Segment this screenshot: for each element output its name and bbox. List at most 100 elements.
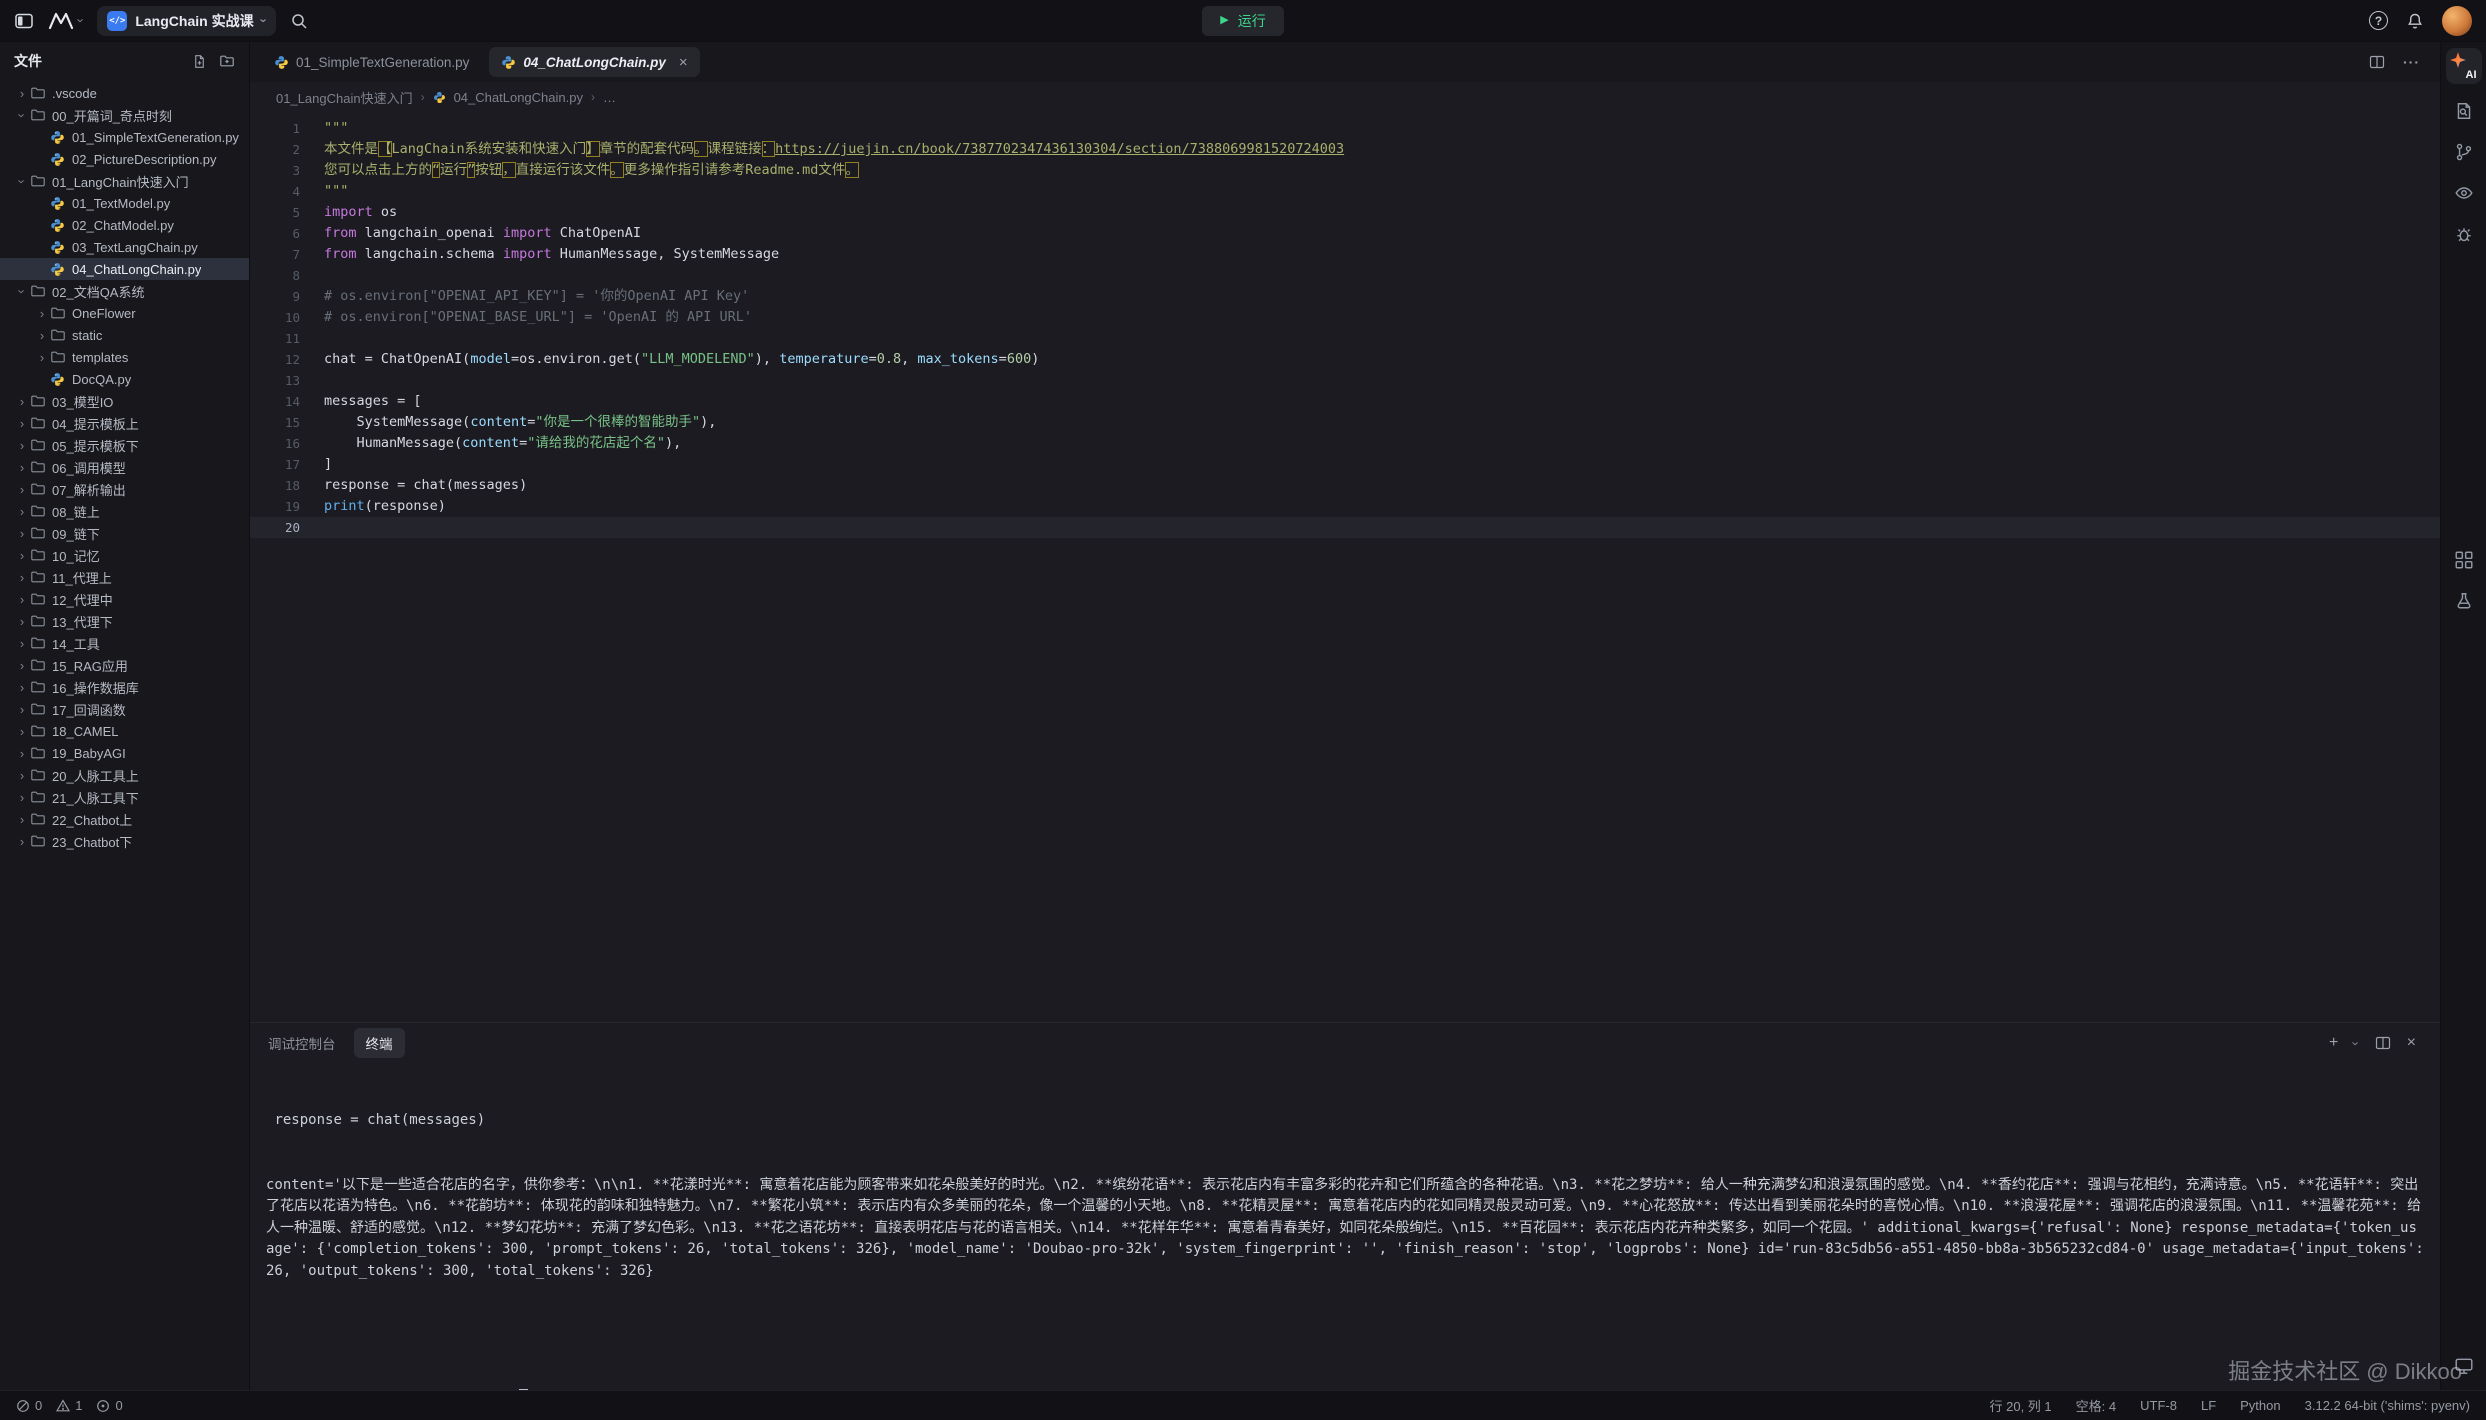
tab-debug-console[interactable]: 调试控制台	[268, 1033, 336, 1053]
new-terminal-icon[interactable]: +	[2329, 1034, 2338, 1052]
close-panel-icon[interactable]: ×	[2407, 1034, 2416, 1052]
marscode-logo[interactable]: ›	[48, 12, 83, 30]
tree-folder-item[interactable]: ›15_RAG应用	[0, 654, 249, 676]
tree-folder-item[interactable]: ›.vscode	[0, 82, 249, 104]
tree-folder-item[interactable]: ›static	[0, 324, 249, 346]
tree-folder-item[interactable]: ›23_Chatbot下	[0, 830, 249, 852]
code-line[interactable]: 12chat = ChatOpenAI(model=os.environ.get…	[250, 349, 2440, 370]
code-line[interactable]: 8	[250, 265, 2440, 286]
code-line[interactable]: 9# os.environ["OPENAI_API_KEY"] = '你的Ope…	[250, 286, 2440, 307]
indentation[interactable]: 空格: 4	[2076, 1396, 2116, 1415]
tree-folder-item[interactable]: ›18_CAMEL	[0, 720, 249, 742]
tree-folder-item[interactable]: ›11_代理上	[0, 566, 249, 588]
code-line[interactable]: 1"""	[250, 118, 2440, 139]
code-line[interactable]: 2本文件是【LangChain系统安装和快速入门】章节的配套代码。课程链接：ht…	[250, 139, 2440, 160]
code-line[interactable]: 6from langchain_openai import ChatOpenAI	[250, 223, 2440, 244]
breadcrumb-file[interactable]: 04_ChatLongChain.py	[454, 90, 583, 105]
tree-file-item[interactable]: 02_ChatModel.py	[0, 214, 249, 236]
code-line[interactable]: 18response = chat(messages)	[250, 475, 2440, 496]
tree-folder-item[interactable]: ›02_文档QA系统	[0, 280, 249, 302]
code-line[interactable]: 19print(response)	[250, 496, 2440, 517]
run-button[interactable]: ▶ 运行	[1202, 6, 1283, 36]
extensions-grid-icon[interactable]	[2449, 546, 2479, 574]
tree-file-item[interactable]: 01_TextModel.py	[0, 192, 249, 214]
help-icon[interactable]: ?	[2369, 11, 2388, 30]
breadcrumb-more[interactable]: …	[603, 90, 616, 105]
new-folder-icon[interactable]	[219, 53, 235, 69]
tree-folder-item[interactable]: ›17_回调函数	[0, 698, 249, 720]
code-line[interactable]: 14messages = [	[250, 391, 2440, 412]
tree-folder-item[interactable]: ›OneFlower	[0, 302, 249, 324]
cursor-position[interactable]: 行 20, 列 1	[1990, 1396, 2052, 1415]
python-interpreter[interactable]: 3.12.2 64-bit ('shims': pyenv)	[2305, 1398, 2470, 1413]
code-line[interactable]: 13	[250, 370, 2440, 391]
code-line[interactable]: 10# os.environ["OPENAI_BASE_URL"] = 'Ope…	[250, 307, 2440, 328]
tree-file-item[interactable]: 01_SimpleTextGeneration.py	[0, 126, 249, 148]
encoding[interactable]: UTF-8	[2140, 1398, 2177, 1413]
problems-errors[interactable]: 0	[16, 1398, 42, 1413]
code-line[interactable]: 7from langchain.schema import HumanMessa…	[250, 244, 2440, 265]
folder-icon	[50, 349, 69, 365]
ports-indicator[interactable]: 0	[96, 1398, 122, 1413]
code-line[interactable]: 11	[250, 328, 2440, 349]
tree-file-item[interactable]: 02_PictureDescription.py	[0, 148, 249, 170]
git-branch-icon[interactable]	[2449, 138, 2479, 166]
tree-folder-item[interactable]: ›14_工具	[0, 632, 249, 654]
terminal[interactable]: response = chat(messages) content='以下是一些…	[250, 1063, 2440, 1390]
breadcrumb-folder[interactable]: 01_LangChain快速入门	[276, 88, 413, 107]
tree-folder-item[interactable]: ›20_人脉工具上	[0, 764, 249, 786]
tree-folder-item[interactable]: ›21_人脉工具下	[0, 786, 249, 808]
tree-file-item[interactable]: DocQA.py	[0, 368, 249, 390]
sidebar-toggle-icon[interactable]	[14, 11, 34, 31]
new-file-icon[interactable]	[192, 54, 207, 69]
tree-folder-item[interactable]: ›05_提示模板下	[0, 434, 249, 456]
file-search-icon[interactable]	[2449, 97, 2479, 125]
tree-folder-item[interactable]: ›10_记忆	[0, 544, 249, 566]
split-editor-icon[interactable]	[2369, 54, 2385, 70]
code-line[interactable]: 16 HumanMessage(content="请给我的花店起个名"),	[250, 433, 2440, 454]
code-line[interactable]: 5import os	[250, 202, 2440, 223]
code-editor[interactable]: 1"""2本文件是【LangChain系统安装和快速入门】章节的配套代码。课程链…	[250, 112, 2440, 1022]
code-line[interactable]: 4"""	[250, 181, 2440, 202]
code-line[interactable]: 3您可以点击上方的“运行”按钮，直接运行该文件。更多操作指引请参考Readme.…	[250, 160, 2440, 181]
tree-folder-item[interactable]: ›08_链上	[0, 500, 249, 522]
tree-folder-item[interactable]: ›13_代理下	[0, 610, 249, 632]
eol-type[interactable]: LF	[2201, 1398, 2216, 1413]
bug-debug-icon[interactable]	[2449, 220, 2479, 248]
search-icon[interactable]	[290, 12, 308, 30]
close-icon[interactable]: ×	[679, 55, 688, 70]
more-actions-icon[interactable]: ···	[2403, 54, 2420, 70]
tree-folder-item[interactable]: ›00_开篇词_奇点时刻	[0, 104, 249, 126]
tab-simpletextgeneration[interactable]: 01_SimpleTextGeneration.py	[260, 42, 483, 82]
tree-folder-item[interactable]: ›12_代理中	[0, 588, 249, 610]
tree-folder-item[interactable]: ›16_操作数据库	[0, 676, 249, 698]
user-avatar[interactable]	[2442, 6, 2472, 36]
eye-icon[interactable]	[2449, 179, 2479, 207]
folder-icon	[30, 437, 49, 453]
ai-assistant-button[interactable]: AI	[2446, 48, 2482, 84]
monitor-icon[interactable]	[2449, 1352, 2479, 1380]
notifications-bell-icon[interactable]	[2406, 12, 2424, 30]
tree-folder-item[interactable]: ›09_链下	[0, 522, 249, 544]
tree-file-item[interactable]: 04_ChatLongChain.py	[0, 258, 249, 280]
tree-folder-item[interactable]: ›22_Chatbot上	[0, 808, 249, 830]
tree-folder-item[interactable]: ›19_BabyAGI	[0, 742, 249, 764]
tree-folder-item[interactable]: ›07_解析输出	[0, 478, 249, 500]
tree-folder-item[interactable]: ›04_提示模板上	[0, 412, 249, 434]
code-line[interactable]: 15 SystemMessage(content="你是一个很棒的智能助手"),	[250, 412, 2440, 433]
problems-warnings[interactable]: 1	[56, 1398, 82, 1413]
code-line[interactable]: 17]	[250, 454, 2440, 475]
code-line[interactable]: 20	[250, 517, 2440, 538]
language-mode[interactable]: Python	[2240, 1398, 2280, 1413]
tree-folder-item[interactable]: ›03_模型IO	[0, 390, 249, 412]
tree-folder-item[interactable]: ›01_LangChain快速入门	[0, 170, 249, 192]
split-terminal-icon[interactable]	[2375, 1035, 2391, 1051]
flask-test-icon[interactable]	[2449, 587, 2479, 615]
tree-folder-item[interactable]: ›templates	[0, 346, 249, 368]
tree-file-item[interactable]: 03_TextLangChain.py	[0, 236, 249, 258]
tab-terminal[interactable]: 终端	[354, 1028, 405, 1058]
tab-chatlongchain-active[interactable]: 04_ChatLongChain.py ×	[489, 47, 699, 77]
tree-folder-item[interactable]: ›06_调用模型	[0, 456, 249, 478]
project-switcher[interactable]: </> LangChain 实战课 ›	[97, 6, 276, 36]
chevron-down-icon[interactable]: ›	[2349, 1041, 2364, 1045]
